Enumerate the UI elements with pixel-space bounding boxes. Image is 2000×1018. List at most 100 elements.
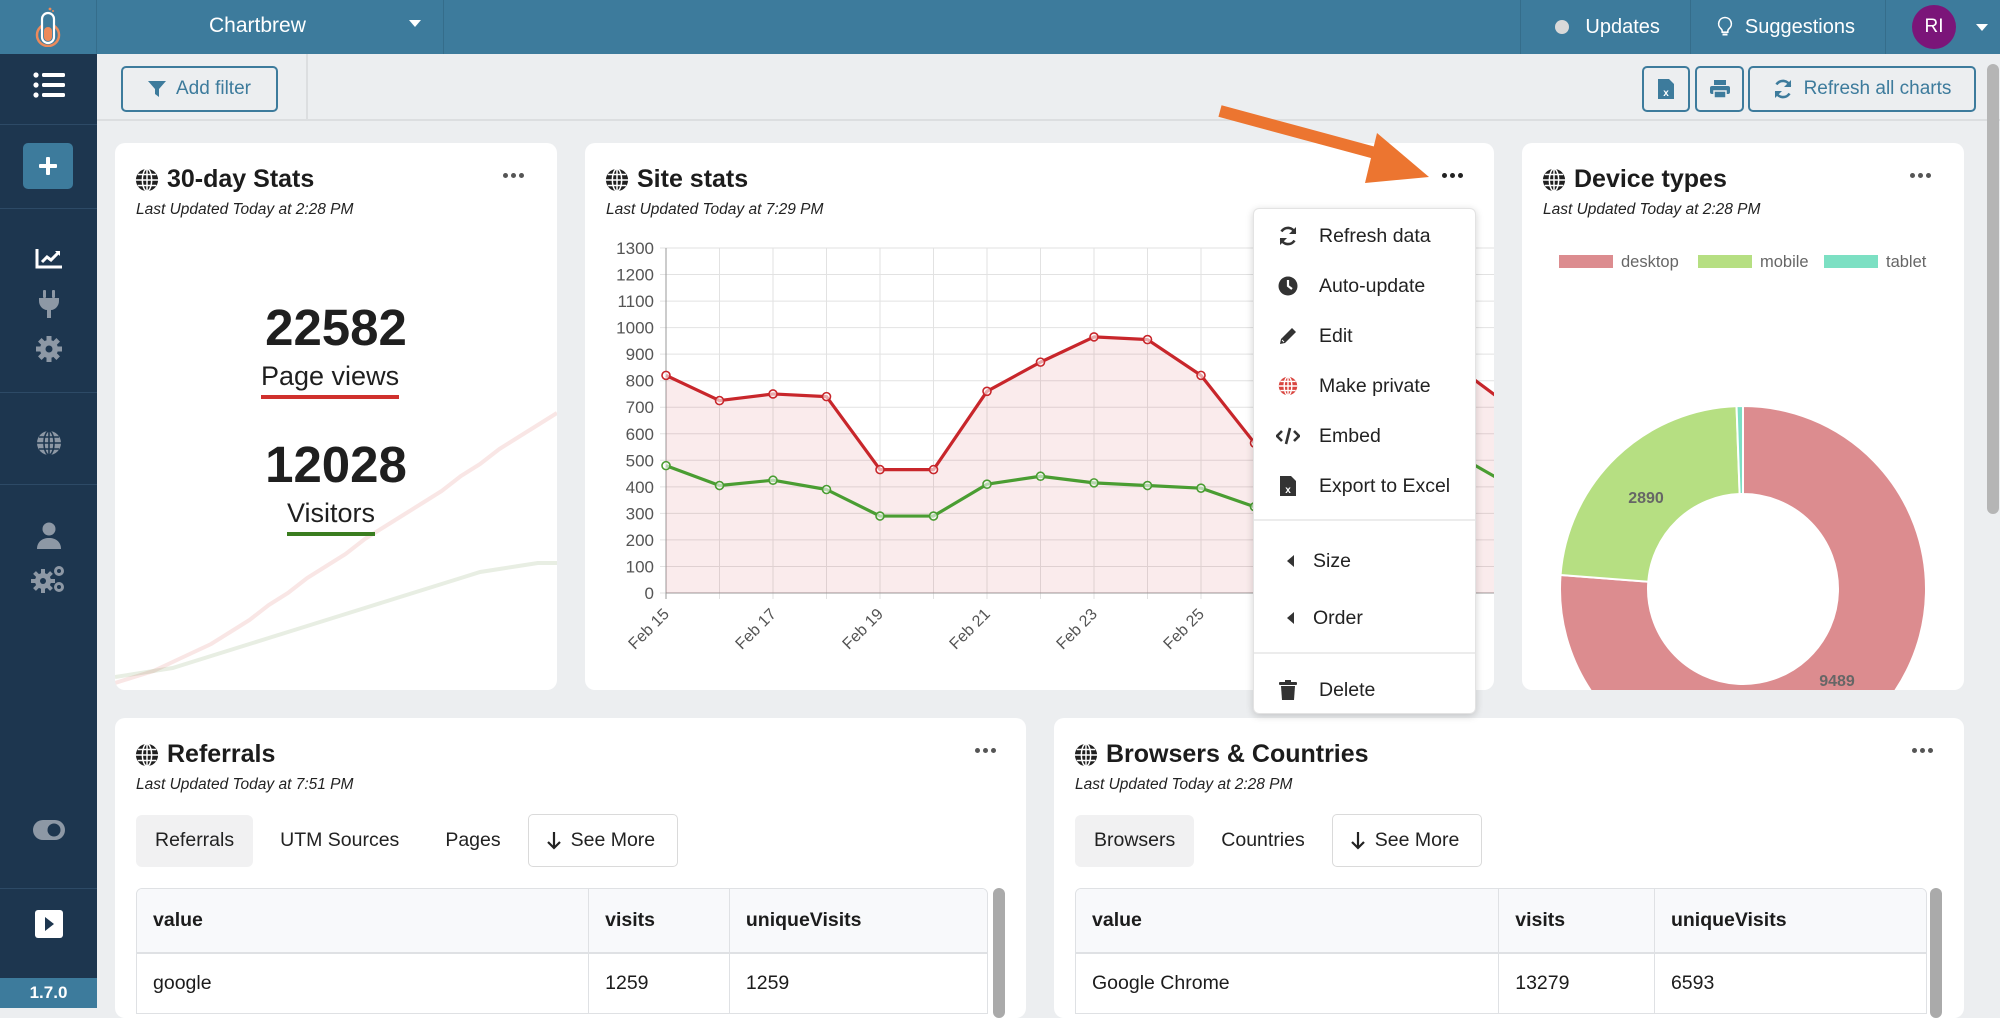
table-cell: 6593 [1670,972,1715,994]
sidebar-item-team-settings[interactable] [0,564,97,594]
last-updated: Last Updated Today at 2:28 PM [1075,776,1293,793]
column-header[interactable]: value [137,889,590,954]
refresh-all-charts-button[interactable]: Refresh all charts [1748,66,1976,112]
browsers-countries-card: Browsers & Countries Last Updated Today … [1054,718,1964,1018]
tab-referrals[interactable]: Referrals [136,814,254,867]
data-point [768,389,778,399]
y-tick-label: 0 [645,584,654,603]
see-more-button[interactable]: See More [1331,814,1483,867]
sidebar-item-menu[interactable] [0,72,97,98]
version-label: 1.7.0 [0,978,97,1008]
x-tick-label: Feb 19 [840,606,887,653]
column-header[interactable]: value [1076,889,1500,954]
user-menu[interactable]: RI [1885,0,2000,54]
file-excel-icon: x [1280,476,1296,496]
tab-utm-sources[interactable]: UTM Sources [261,815,418,867]
tab-countries[interactable]: Countries [1202,815,1323,867]
menu-item-export-excel[interactable]: x Export to Excel [1254,464,1475,508]
menu-item-delete[interactable]: Delete [1254,668,1475,712]
data-point [982,386,992,397]
refresh-all-label: Refresh all charts [1803,78,1952,99]
export-excel-button[interactable]: x [1642,66,1690,112]
y-tick-label: 700 [626,398,654,417]
add-filter-button[interactable]: Add filter [121,66,278,112]
see-more-button[interactable]: See More [527,814,679,867]
y-tick-label: 400 [626,478,654,497]
referrals-card: Referrals Last Updated Today at 7:51 PM … [115,718,1026,1018]
clock-icon [1278,276,1298,296]
device-types-doughnut-chart: desktop mobile tablet 9489 2890 [1559,253,1927,690]
stats-card: 30-day Stats Last Updated Today at 2:28 … [115,143,557,690]
suggestions-button[interactable]: Suggestions [1689,0,1885,54]
y-tick-label: 900 [626,345,654,364]
data-label: 9489 [1819,673,1855,690]
browsers-tabs: Browsers Countries See More [1075,814,1483,867]
menu-item-size[interactable]: Size [1254,539,1475,583]
data-point [768,475,778,486]
updates-label: Updates [1585,15,1660,38]
print-button[interactable] [1695,66,1744,112]
card-menu-button[interactable] [1912,748,1933,753]
chart-options-menu: Refresh data Auto-update Edit Make priva… [1253,208,1476,714]
svg-text:x: x [1663,88,1669,99]
data-point [1196,370,1206,381]
collapse-sidebar-button[interactable] [0,910,97,938]
table-scrollbar[interactable] [1930,888,1942,1018]
x-tick-label: Feb 23 [1054,606,1101,653]
avatar[interactable]: RI [1912,5,1956,49]
kpi-visitors-value: 12028 [265,436,407,493]
tab-browsers[interactable]: Browsers [1075,814,1195,867]
chevron-down-icon [1976,23,1988,31]
chartbrew-logo[interactable] [0,0,97,54]
lightbulb-icon [1717,16,1733,36]
column-header[interactable]: uniqueVisits [729,889,987,954]
table-cell: google [137,953,590,1013]
team-selector[interactable]: Chartbrew [97,0,444,54]
dashboard-toolbar: Add filter x Refresh all charts [97,54,2000,514]
menu-item-auto-update[interactable]: Auto-update [1254,264,1475,308]
list-icon [32,72,65,98]
card-title-text: Browsers & Countries [1106,740,1369,768]
globe-icon [36,430,61,456]
menu-item-edit[interactable]: Edit [1254,314,1475,358]
menu-item-embed[interactable]: Embed [1254,414,1475,458]
sidebar-item-members[interactable] [0,522,97,550]
menu-item-label: Auto-update [1319,274,1426,297]
data-point [1035,357,1046,367]
menu-item-refresh-data[interactable]: Refresh data [1254,214,1475,258]
data-point [821,484,832,495]
column-header[interactable]: visits [588,889,730,954]
user-icon [36,522,61,549]
toggle-icon [32,820,65,840]
card-title-text: Referrals [167,740,276,768]
tab-pages[interactable]: Pages [426,815,519,867]
sidebar-toggle[interactable] [0,820,97,840]
sidebar-item-settings[interactable] [0,336,97,362]
table-row: google 1259 1259 [137,953,987,1013]
y-tick-label: 200 [626,531,654,550]
menu-item-make-private[interactable]: Make private [1254,364,1475,408]
card-menu-button[interactable] [975,748,996,753]
sidebar-item-connections[interactable] [0,290,97,320]
globe-icon [1278,376,1298,396]
refresh-icon [1774,79,1791,99]
add-chart-button[interactable] [23,143,73,189]
page-scrollbar[interactable] [1987,64,1999,514]
card-menu-button[interactable] [503,173,524,178]
referrals-table: value visits uniqueVisits google 1259 12… [136,888,988,1014]
kpi-page-views-label: Page views [261,361,400,399]
data-point [875,511,885,521]
column-header[interactable]: visits [1498,889,1655,954]
data-point [928,464,939,475]
table-scrollbar[interactable] [993,888,1005,1018]
column-header[interactable]: uniqueVisits [1654,889,1926,954]
sidebar-item-dashboard[interactable] [0,248,97,270]
data-point [821,391,832,402]
kpi-visitors-label: Visitors [287,498,376,536]
add-filter-label: Add filter [176,78,251,99]
menu-item-order[interactable]: Order [1254,596,1475,640]
filter-icon [148,81,166,97]
y-tick-label: 1000 [616,319,654,338]
sidebar-item-public-dashboard[interactable] [0,430,97,456]
updates-button[interactable]: Updates [1520,0,1690,54]
